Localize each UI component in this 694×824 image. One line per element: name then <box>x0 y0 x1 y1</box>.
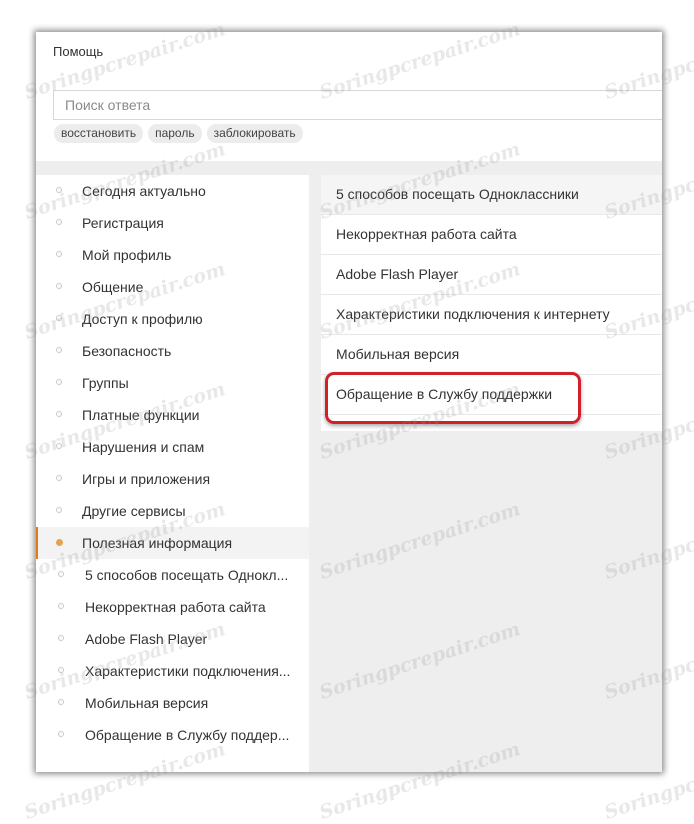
article-connection[interactable]: Характеристики подключения к интернету <box>321 295 662 335</box>
article-flash[interactable]: Adobe Flash Player <box>321 255 662 295</box>
sidebar-item-label: Сегодня актуально <box>82 183 206 199</box>
sidebar-subitem-flash[interactable]: Adobe Flash Player <box>36 623 309 655</box>
help-window: Помощь восстановить пароль заблокировать… <box>36 32 662 772</box>
bullet-icon <box>56 379 62 385</box>
sidebar-item-registration[interactable]: Регистрация <box>36 207 309 239</box>
sidebar-item-label: Adobe Flash Player <box>85 631 208 647</box>
sidebar-subitem-connection[interactable]: Характеристики подключения... <box>36 655 309 687</box>
search-tags: восстановить пароль заблокировать <box>54 124 303 143</box>
bullet-icon <box>56 283 62 289</box>
tag-password[interactable]: пароль <box>148 124 202 143</box>
sidebar-item-games[interactable]: Игры и приложения <box>36 463 309 495</box>
sidebar-item-label: Платные функции <box>82 407 200 423</box>
highlight-frame <box>325 372 581 424</box>
sidebar-item-label: Некорректная работа сайта <box>85 599 266 615</box>
sidebar-item-security[interactable]: Безопасность <box>36 335 309 367</box>
sidebar-item-other-services[interactable]: Другие сервисы <box>36 495 309 527</box>
sidebar-item-label: Обращение в Службу поддер... <box>85 727 290 743</box>
sidebar-subitem-mobile[interactable]: Мобильная версия <box>36 687 309 719</box>
sidebar-subitem-site-issues[interactable]: Некорректная работа сайта <box>36 591 309 623</box>
bullet-icon <box>56 315 62 321</box>
sidebar-item-profile[interactable]: Мой профиль <box>36 239 309 271</box>
sidebar-item-label: Другие сервисы <box>82 503 186 519</box>
bullet-icon <box>58 667 64 673</box>
bullet-icon <box>56 219 62 225</box>
bullet-icon <box>58 635 64 641</box>
sidebar-subitem-support[interactable]: Обращение в Службу поддер... <box>36 719 309 751</box>
sidebar-item-label: Группы <box>82 375 129 391</box>
bullet-icon <box>56 187 62 193</box>
bullet-icon <box>58 603 64 609</box>
sidebar-subitem-5-ways[interactable]: 5 способов посещать Однокл... <box>36 559 309 591</box>
search-input[interactable] <box>53 90 662 120</box>
article-site-issues[interactable]: Некорректная работа сайта <box>321 215 662 255</box>
sidebar-item-label: Характеристики подключения... <box>85 663 291 679</box>
tag-block[interactable]: заблокировать <box>206 124 303 143</box>
sidebar-item-violations[interactable]: Нарушения и спам <box>36 431 309 463</box>
bullet-icon <box>56 443 62 449</box>
bullet-icon <box>56 475 62 481</box>
sidebar-item-label: Доступ к профилю <box>82 311 203 327</box>
bullet-icon <box>56 507 62 513</box>
article-5-ways[interactable]: 5 способов посещать Одноклассники <box>321 175 662 215</box>
sidebar: Сегодня актуально Регистрация Мой профил… <box>36 175 309 772</box>
sidebar-item-label: Безопасность <box>82 343 172 359</box>
sidebar-item-label: Полезная информация <box>82 535 233 551</box>
bullet-icon <box>56 347 62 353</box>
sidebar-item-label: Мобильная версия <box>85 695 209 711</box>
sidebar-item-useful-info[interactable]: Полезная информация <box>36 527 309 559</box>
sidebar-item-profile-access[interactable]: Доступ к профилю <box>36 303 309 335</box>
sidebar-item-label: Нарушения и спам <box>82 439 205 455</box>
sidebar-item-communication[interactable]: Общение <box>36 271 309 303</box>
tag-restore[interactable]: восстановить <box>54 124 144 143</box>
sidebar-item-label: Мой профиль <box>82 247 172 263</box>
bullet-icon <box>58 731 64 737</box>
sidebar-item-label: Общение <box>82 279 144 295</box>
sidebar-item-label: Игры и приложения <box>82 471 211 487</box>
bullet-icon <box>56 539 63 546</box>
article-mobile[interactable]: Мобильная версия <box>321 335 662 375</box>
sidebar-item-label: Регистрация <box>82 215 164 231</box>
bullet-icon <box>58 571 64 577</box>
page-title: Помощь <box>53 44 104 59</box>
bullet-icon <box>56 251 62 257</box>
sidebar-item-today[interactable]: Сегодня актуально <box>36 175 309 207</box>
bullet-icon <box>56 411 62 417</box>
bullet-icon <box>58 699 64 705</box>
sidebar-item-groups[interactable]: Группы <box>36 367 309 399</box>
sidebar-item-paid-features[interactable]: Платные функции <box>36 399 309 431</box>
sidebar-item-label: 5 способов посещать Однокл... <box>85 567 289 583</box>
